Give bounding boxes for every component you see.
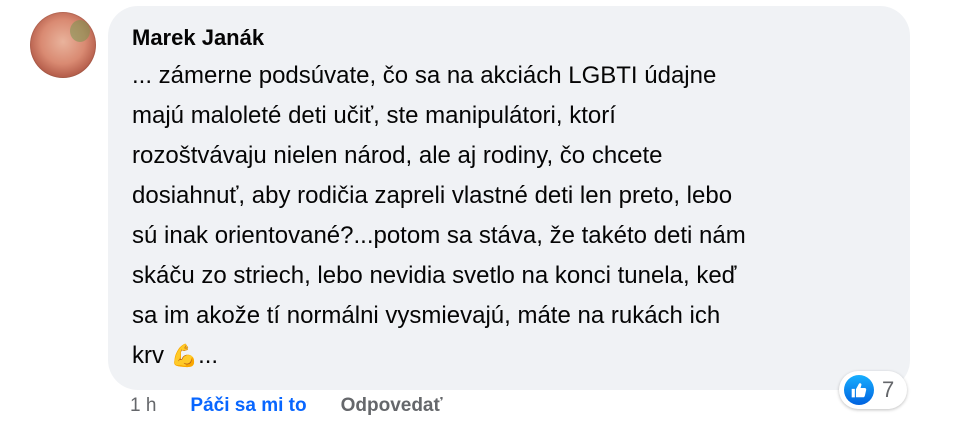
comment-text: ... zámerne podsúvate, čo sa na akciách … (132, 56, 886, 376)
comment-line: dosiahnuť, aby rodičia zapreli vlastné d… (132, 182, 733, 209)
comment-timestamp[interactable]: 1 h (130, 395, 156, 417)
reply-button[interactable]: Odpovedať (341, 395, 443, 417)
comment-line: sú inak orientované?...potom sa stáva, ž… (132, 222, 746, 249)
reaction-count: 7 (882, 377, 895, 402)
comment-author[interactable]: Marek Janák (132, 24, 886, 52)
comment-line: majú maloleté deti učiť, ste manipulátor… (132, 102, 616, 129)
comment-line: sa im akože tí normálni vysmievajú, máte… (132, 302, 721, 329)
like-icon (844, 375, 874, 405)
comment-actions: 1 h Páči sa mi to Odpovedať (130, 395, 443, 417)
comment-last-text: krv (132, 342, 164, 369)
comment-line: ... zámerne podsúvate, čo sa na akciách … (132, 62, 717, 89)
comment-bubble: Marek Janák ... zámerne podsúvate, čo sa… (108, 6, 910, 390)
reaction-summary[interactable]: 7 (839, 371, 907, 409)
comment-line-last: krv 💪... (132, 336, 886, 376)
comment-line: rozoštvávaju nielen národ, ale aj rodiny… (132, 142, 663, 169)
flexed-biceps-icon: 💪 (170, 343, 199, 368)
author-avatar[interactable] (30, 12, 96, 78)
comment-line: skáču zo striech, lebo nevidia svetlo na… (132, 262, 737, 289)
comment-ellipsis[interactable]: ... (198, 342, 218, 369)
like-button[interactable]: Páči sa mi to (190, 395, 306, 417)
